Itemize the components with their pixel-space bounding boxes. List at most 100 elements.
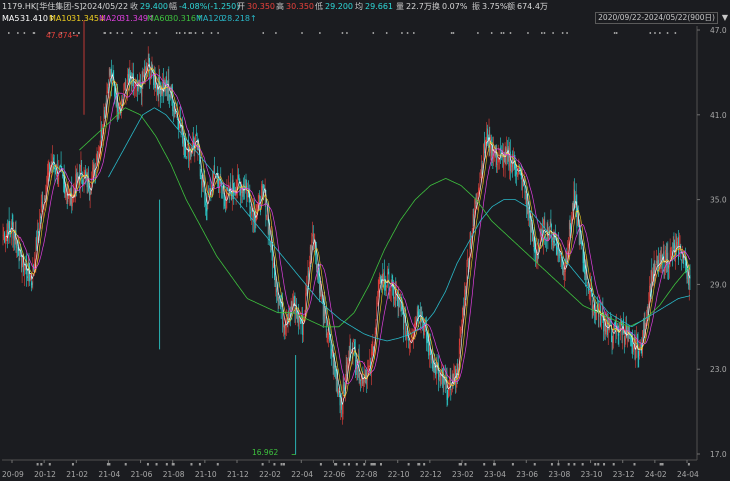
dividend-marker[interactable]	[190, 463, 193, 466]
event-marker[interactable]	[121, 32, 124, 34]
event-marker[interactable]	[552, 32, 554, 34]
dividend-marker[interactable]	[417, 463, 420, 466]
dividend-marker[interactable]	[633, 463, 636, 466]
dividend-marker[interactable]	[261, 463, 264, 466]
dividend-marker[interactable]	[483, 463, 486, 466]
event-marker[interactable]	[613, 32, 616, 34]
dividend-marker[interactable]	[335, 463, 338, 466]
dividend-marker[interactable]	[48, 463, 51, 466]
event-marker[interactable]	[477, 32, 479, 34]
event-marker[interactable]	[413, 32, 415, 34]
dividend-marker[interactable]	[659, 463, 662, 466]
event-marker[interactable]	[184, 32, 186, 34]
dividend-marker[interactable]	[603, 463, 606, 466]
event-marker[interactable]	[341, 32, 344, 34]
dividend-marker[interactable]	[687, 463, 690, 466]
event-marker[interactable]	[178, 32, 181, 34]
event-marker[interactable]	[490, 32, 493, 34]
event-marker[interactable]	[319, 32, 321, 34]
event-marker[interactable]	[450, 32, 453, 34]
dividend-marker[interactable]	[372, 463, 375, 466]
event-marker[interactable]	[33, 32, 36, 34]
dividend-marker[interactable]	[594, 463, 597, 466]
dividend-marker[interactable]	[511, 463, 514, 466]
event-marker[interactable]	[148, 32, 151, 34]
dividend-marker[interactable]	[557, 463, 560, 466]
event-marker[interactable]	[104, 32, 106, 34]
dividend-marker[interactable]	[493, 463, 496, 466]
dividend-marker[interactable]	[533, 463, 536, 466]
event-marker[interactable]	[500, 32, 503, 34]
event-marker[interactable]	[385, 32, 388, 34]
event-marker[interactable]	[649, 32, 652, 34]
event-marker[interactable]	[659, 32, 661, 34]
dividend-marker[interactable]	[370, 463, 373, 466]
event-marker[interactable]	[346, 32, 348, 34]
dividend-marker[interactable]	[423, 463, 426, 466]
dividend-marker[interactable]	[407, 463, 410, 466]
dividend-marker[interactable]	[581, 463, 584, 466]
event-marker[interactable]	[452, 32, 455, 34]
dividend-marker[interactable]	[165, 463, 168, 466]
event-marker[interactable]	[301, 32, 303, 34]
dividend-marker[interactable]	[106, 463, 109, 466]
event-marker[interactable]	[275, 32, 277, 34]
dividend-marker[interactable]	[347, 463, 350, 466]
dividend-marker[interactable]	[280, 463, 283, 466]
event-marker[interactable]	[666, 32, 669, 34]
event-marker[interactable]	[190, 32, 192, 34]
event-marker[interactable]	[217, 32, 219, 34]
event-marker[interactable]	[116, 32, 119, 34]
event-marker[interactable]	[155, 32, 158, 34]
event-marker[interactable]	[674, 32, 677, 34]
dividend-marker[interactable]	[464, 463, 467, 466]
dividend-marker[interactable]	[273, 463, 276, 466]
event-marker[interactable]	[406, 32, 409, 34]
event-marker[interactable]	[143, 32, 146, 34]
event-marker[interactable]	[194, 32, 197, 34]
event-marker[interactable]	[502, 32, 505, 34]
dividend-marker[interactable]	[550, 463, 553, 466]
event-marker[interactable]	[109, 32, 112, 34]
event-marker[interactable]	[17, 32, 19, 34]
event-marker[interactable]	[372, 32, 375, 34]
event-marker[interactable]	[561, 32, 564, 34]
event-marker[interactable]	[23, 32, 26, 34]
dividend-marker[interactable]	[36, 463, 39, 466]
event-marker[interactable]	[615, 32, 618, 34]
dividend-marker[interactable]	[379, 463, 382, 466]
dividend-marker[interactable]	[198, 463, 201, 466]
dividend-marker[interactable]	[661, 463, 664, 466]
dividend-marker[interactable]	[71, 463, 74, 466]
event-marker[interactable]	[566, 32, 568, 34]
event-marker[interactable]	[8, 32, 10, 34]
dividend-marker[interactable]	[319, 463, 322, 466]
event-marker[interactable]	[401, 32, 403, 34]
event-marker[interactable]	[543, 32, 546, 34]
event-marker[interactable]	[188, 32, 191, 34]
dividend-marker[interactable]	[573, 463, 576, 466]
dividend-marker[interactable]	[458, 463, 461, 466]
dividend-marker[interactable]	[612, 463, 615, 466]
event-marker[interactable]	[654, 32, 656, 34]
event-marker[interactable]	[175, 32, 178, 34]
dividend-marker[interactable]	[282, 463, 285, 466]
price-chart[interactable]: 47.0 41.0 35.0 29.0 23.0 17.0 20-09 20-12 21-02…	[0, 0, 730, 481]
event-marker[interactable]	[202, 32, 204, 34]
dividend-marker[interactable]	[124, 463, 127, 466]
event-marker[interactable]	[131, 32, 133, 34]
event-marker[interactable]	[541, 32, 543, 34]
event-marker[interactable]	[262, 32, 265, 34]
dividend-marker[interactable]	[567, 463, 570, 466]
dividend-marker[interactable]	[343, 463, 346, 466]
dividend-marker[interactable]	[146, 463, 149, 466]
dividend-marker[interactable]	[155, 463, 158, 466]
dividend-marker[interactable]	[363, 463, 366, 466]
event-marker[interactable]	[527, 32, 529, 34]
dividend-marker[interactable]	[171, 463, 174, 466]
dividend-marker[interactable]	[597, 463, 600, 466]
dividend-marker[interactable]	[355, 463, 358, 466]
event-marker[interactable]	[509, 32, 512, 34]
event-marker[interactable]	[210, 32, 213, 34]
dividend-marker[interactable]	[216, 463, 219, 466]
